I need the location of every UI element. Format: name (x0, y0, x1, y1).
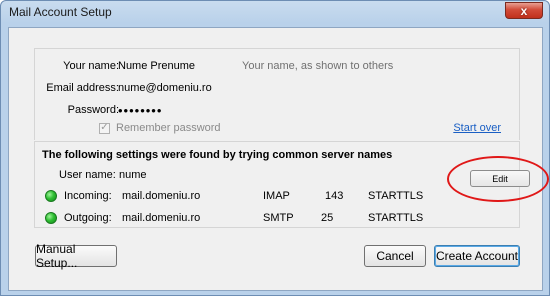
edit-button[interactable]: Edit (470, 170, 530, 187)
cancel-button[interactable]: Cancel (364, 245, 426, 267)
window-title: Mail Account Setup (9, 5, 112, 19)
incoming-security: STARTTLS (368, 190, 424, 202)
incoming-server: mail.domeniu.ro (122, 190, 201, 202)
outgoing-port: 25 (321, 212, 334, 224)
remember-password-label: Remember password (116, 122, 221, 134)
username-label: User name: (59, 169, 116, 181)
edit-button-label: Edit (492, 173, 508, 184)
create-account-button[interactable]: Create Account (434, 245, 520, 267)
cancel-label: Cancel (376, 249, 414, 263)
incoming-label: Incoming: (64, 190, 112, 202)
checkbox-icon[interactable]: ✓ (99, 122, 110, 134)
found-settings-panel: The following settings were found by try… (34, 141, 549, 228)
outgoing-label: Outgoing: (64, 212, 112, 224)
outgoing-status-icon (45, 212, 57, 224)
incoming-protocol: IMAP (263, 190, 290, 202)
incoming-status-icon (45, 190, 57, 202)
remember-password-checkbox[interactable]: ✓ Remember password (99, 122, 221, 134)
outgoing-protocol: SMTP (263, 212, 294, 224)
dialog-body: Your name: Nume Prenume Your name, as sh… (8, 27, 549, 291)
background-ghost (111, 4, 114, 15)
mail-account-setup-window: Mail Account Setup x Your name: Nume Pre… (0, 0, 550, 296)
start-over-link[interactable]: Start over (453, 122, 501, 134)
close-button[interactable]: x (505, 2, 543, 19)
title-bar[interactable]: Mail Account Setup x (1, 1, 549, 23)
outgoing-security: STARTTLS (368, 212, 424, 224)
checkmark-icon: ✓ (100, 122, 109, 133)
found-settings-title: The following settings were found by try… (42, 149, 393, 161)
username-value[interactable]: nume (119, 169, 147, 181)
manual-setup-button[interactable]: Manual Setup... (35, 242, 117, 270)
email-field[interactable]: nume@domeniu.ro (118, 82, 212, 94)
manual-setup-label: Manual Setup... (36, 242, 78, 270)
email-label: Email address: (46, 82, 119, 94)
incoming-port: 143 (325, 190, 344, 202)
create-account-label: Create Account (435, 249, 519, 263)
name-hint: Your name, as shown to others (242, 60, 394, 72)
name-field[interactable]: Nume Prenume (118, 60, 195, 72)
outgoing-server: mail.domeniu.ro (122, 212, 201, 224)
password-field[interactable]: •••••••• (118, 104, 162, 117)
close-icon: x (520, 3, 528, 18)
password-label: Password: (67, 104, 119, 116)
name-label: Your name: (63, 60, 119, 72)
